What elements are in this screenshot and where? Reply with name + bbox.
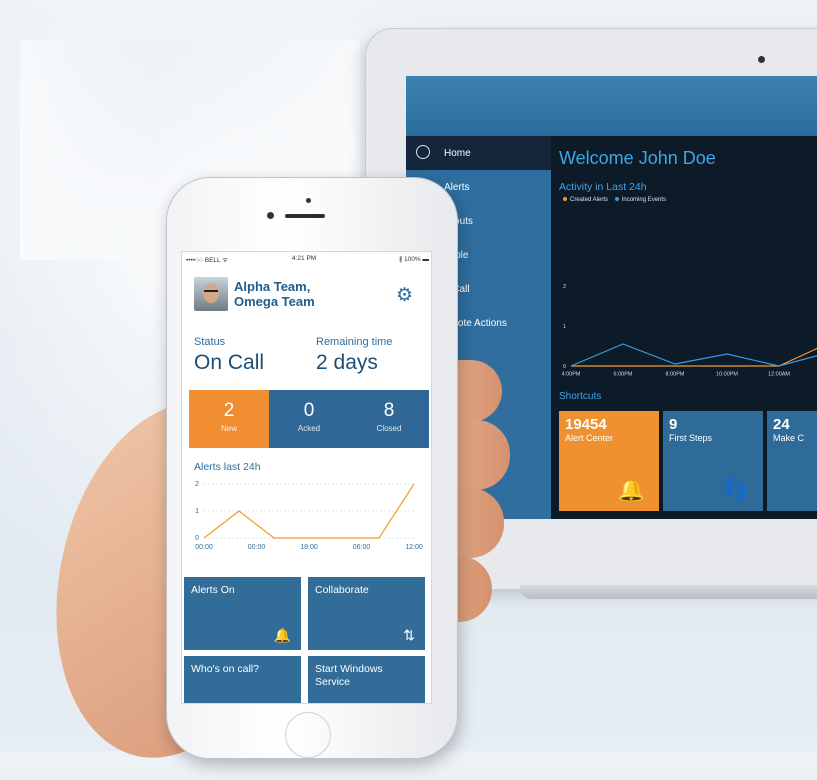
laptop-base (520, 585, 817, 599)
footprints-icon: 👣 (721, 477, 749, 502)
welcome-title: Welcome John Doe (559, 148, 716, 168)
status-label: Status (194, 336, 226, 348)
button-label: Who's on call? (191, 663, 259, 675)
button-label-line2: Service (315, 676, 351, 688)
count-label: Acked (297, 424, 321, 433)
dashboard: Welcome John Doe Activity in Last 24h Cr… (551, 136, 817, 519)
button-label: Collaborate (315, 584, 369, 596)
whos-on-call-button[interactable]: Who's on call? (184, 656, 301, 703)
x-tick-label: 12:00 (405, 544, 423, 551)
tile-label: Alert Center (565, 433, 614, 443)
count-acked[interactable]: 0 Acked (269, 390, 349, 448)
gear-icon[interactable]: ⚙ (396, 284, 413, 307)
collaborate-icon: ⇅ (403, 627, 415, 643)
clock: 4:21 PM (292, 255, 317, 262)
activity-title: Activity in Last 24h (559, 181, 647, 193)
bell-icon: 🔔 (617, 477, 645, 502)
phone-front-camera (267, 212, 274, 219)
remaining-time-value: 2 days (316, 351, 378, 374)
home-button[interactable] (285, 712, 331, 758)
avatar-glasses (204, 290, 218, 296)
remaining-time-label: Remaining time (316, 336, 393, 348)
alert-counts: 2 New 0 Acked 8 Closed (189, 390, 429, 448)
shortcuts-title: Shortcuts (559, 391, 602, 402)
tile-count: 24 (773, 416, 790, 433)
activity-chart: 0124:00PM6:00PM8:00PM10:00PM12:00AM2:00A… (562, 284, 817, 378)
sidebar-item-label: Alerts (444, 181, 470, 193)
tile-count: 9 (669, 416, 678, 433)
y-tick-label: 1 (195, 508, 199, 515)
count-label: New (220, 424, 237, 433)
y-tick-label: 0 (563, 364, 566, 370)
y-tick-label: 2 (195, 481, 199, 488)
button-label: Start Windows (315, 663, 383, 675)
x-tick-label: 06:00 (353, 544, 371, 551)
alerts-last-24h-title: Alerts last 24h (194, 461, 261, 473)
team-name-line2: Omega Team (234, 294, 315, 309)
count-label: Closed (376, 424, 402, 433)
count-value: 0 (303, 400, 315, 421)
x-tick-label: 00:00 (195, 544, 213, 551)
screen-header (406, 76, 817, 136)
count-value: 2 (223, 400, 235, 421)
status-value: On Call (194, 351, 265, 374)
x-tick-label: 4:00PM (562, 372, 581, 378)
sidebar-item-label: Home (444, 147, 471, 159)
y-tick-label: 1 (563, 324, 566, 330)
avatar[interactable] (194, 277, 228, 311)
count-new[interactable]: 2 New (189, 390, 269, 448)
status-bar: ••••○○ BELL ᯤ 4:21 PM ∦ 100% ▬ (182, 252, 431, 266)
alerts-on-button[interactable]: Alerts On 🔔 (184, 577, 301, 650)
x-tick-label: 6:00PM (614, 372, 633, 378)
series-line-0 (571, 347, 817, 367)
alerts-chart: 0 1 2 00:00 00:00 18:00 06:00 12:00 (195, 481, 423, 551)
laptop-camera (758, 56, 765, 63)
series-line-1 (570, 343, 817, 367)
carrier-signal: ••••○○ BELL ᯤ (186, 257, 229, 264)
tile-count: 19454 (565, 416, 607, 433)
phone-screen: ••••○○ BELL ᯤ 4:21 PM ∦ 100% ▬ Alpha Tea… (181, 251, 432, 704)
home-icon (416, 145, 430, 159)
y-tick-label: 0 (195, 535, 199, 542)
bell-icon: 🔔 (273, 627, 291, 643)
x-tick-label: 12:00AM (768, 372, 790, 378)
team-name: Alpha Team, Omega Team (234, 279, 315, 309)
x-tick-label: 10:00PM (716, 372, 738, 378)
sidebar-item-home[interactable]: Home (406, 136, 551, 170)
phone-speaker (285, 214, 325, 218)
tile-alert-center[interactable]: 19454 Alert Center 🔔 (559, 411, 659, 511)
button-label: Alerts On (191, 584, 235, 596)
count-value: 8 (383, 400, 395, 421)
tile-label: First Steps (669, 433, 713, 443)
team-name-line1: Alpha Team, (234, 279, 311, 294)
phone: ••••○○ BELL ᯤ 4:21 PM ∦ 100% ▬ Alpha Tea… (166, 177, 458, 759)
tile-make-call[interactable]: 24 Make C (767, 411, 817, 511)
y-tick-label: 2 (563, 284, 566, 290)
x-tick-label: 18:00 (300, 544, 318, 551)
tile-first-steps[interactable]: 9 First Steps 👣 (663, 411, 763, 511)
count-closed[interactable]: 8 Closed (349, 390, 429, 448)
collaborate-button[interactable]: Collaborate ⇅ (308, 577, 425, 650)
x-tick-label: 00:00 (248, 544, 266, 551)
phone-sensor (306, 198, 311, 203)
tile-label: Make C (773, 433, 805, 443)
x-tick-label: 8:00PM (666, 372, 685, 378)
start-windows-service-button[interactable]: Start Windows Service (308, 656, 425, 703)
battery-indicator: ∦ 100% ▬ (399, 256, 429, 263)
